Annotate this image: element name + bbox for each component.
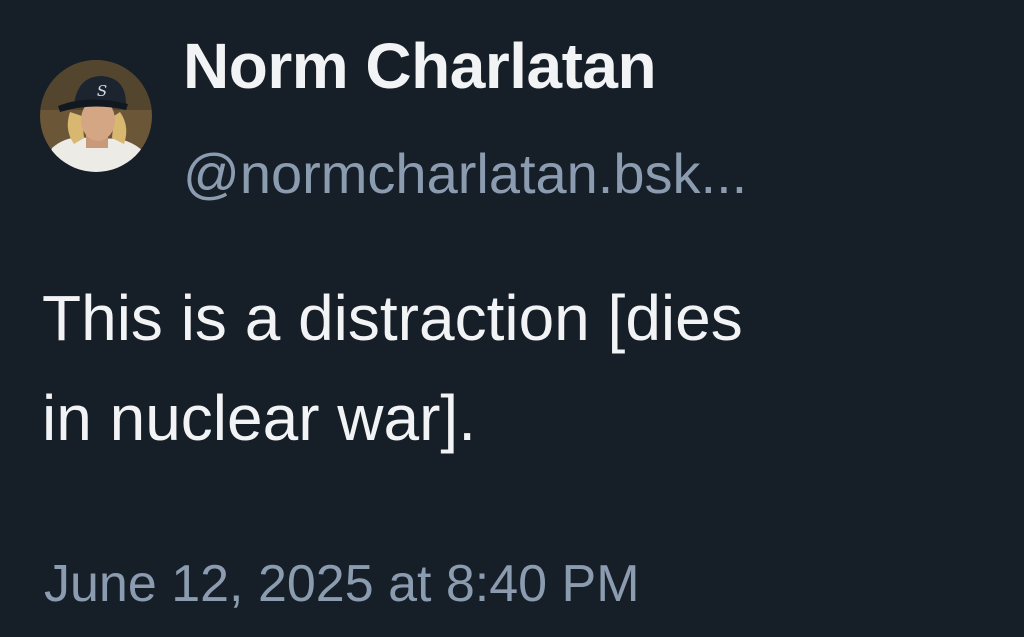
author-avatar[interactable]: S [40,60,152,172]
post-card: S Norm Charlatan @normcharlatan.bsk... T… [0,0,1024,637]
author-display-name[interactable]: Norm Charlatan [183,30,657,104]
post-text: This is a distraction [dies in nuclear w… [42,282,743,454]
post-timestamp[interactable]: June 12, 2025 at 8:40 PM [44,555,640,615]
author-handle[interactable]: @normcharlatan.bsk... [183,142,747,206]
svg-text:S: S [97,82,107,100]
avatar-photo-icon: S [40,60,152,172]
